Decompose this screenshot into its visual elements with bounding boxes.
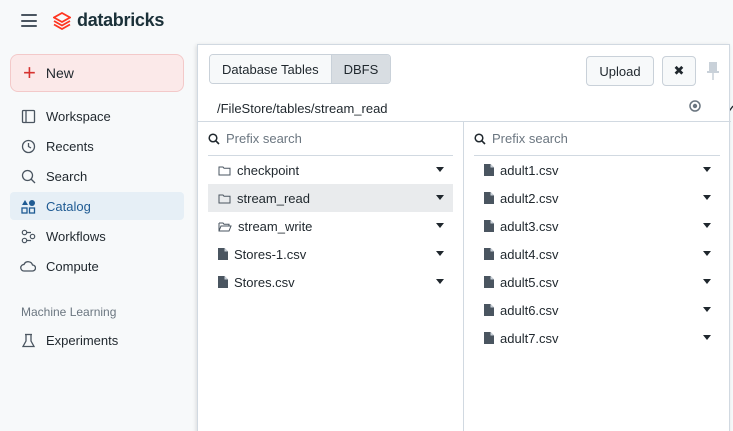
- close-button[interactable]: ✖: [662, 56, 696, 86]
- list-item-label: adult6.csv: [500, 302, 559, 318]
- workspace-icon: [20, 108, 36, 124]
- sidebar-item-workflows[interactable]: Workflows: [10, 222, 184, 250]
- sidebar: + New Workspace Recents Search Catalog W…: [0, 44, 197, 431]
- file-icon: [484, 304, 494, 316]
- list-item-label: adult4.csv: [500, 246, 559, 262]
- list-item-label: adult3.csv: [500, 218, 559, 234]
- sidebar-item-label: Workflows: [46, 228, 106, 244]
- folder-open-icon: [218, 222, 232, 231]
- list-item[interactable]: adult3.csv: [474, 212, 720, 240]
- file-icon: [484, 276, 494, 288]
- flask-icon: [20, 332, 36, 348]
- file-icon: [484, 248, 494, 260]
- sidebar-item-label: Workspace: [46, 108, 111, 124]
- folder-icon: [218, 166, 231, 175]
- file-icon: [484, 164, 494, 176]
- list-item[interactable]: adult4.csv: [474, 240, 720, 268]
- file-icon: [218, 276, 228, 288]
- list-item[interactable]: adult7.csv: [474, 324, 720, 352]
- caret-down-icon[interactable]: [436, 223, 444, 228]
- new-button-label: New: [45, 65, 74, 81]
- file-icon: [484, 220, 494, 232]
- sidebar-item-label: Catalog: [46, 198, 91, 214]
- workflows-icon: [20, 228, 36, 244]
- list-item-label: adult7.csv: [500, 330, 559, 346]
- source-tabs: Database Tables DBFS: [209, 54, 392, 84]
- folder-pane: Prefix search checkpoint stream_read str…: [198, 121, 463, 431]
- list-item-label: adult1.csv: [500, 162, 559, 178]
- folder-icon: [218, 194, 231, 203]
- caret-down-icon[interactable]: [703, 307, 711, 312]
- top-bar: databricks: [0, 0, 733, 44]
- sidebar-item-label: Search: [46, 168, 88, 184]
- pin-icon[interactable]: [706, 61, 720, 81]
- caret-down-icon[interactable]: [703, 335, 711, 340]
- databricks-logo[interactable]: databricks: [53, 10, 164, 31]
- caret-down-icon[interactable]: [436, 167, 444, 172]
- tab-dbfs[interactable]: DBFS: [330, 55, 391, 83]
- databricks-logo-icon: [53, 11, 71, 30]
- sidebar-item-label: Recents: [46, 138, 94, 154]
- search-icon: [208, 132, 220, 145]
- list-item[interactable]: stream_write: [208, 212, 453, 240]
- plus-icon: +: [23, 60, 36, 85]
- sidebar-item-recents[interactable]: Recents: [10, 132, 184, 160]
- clock-icon: [20, 138, 36, 154]
- caret-down-icon[interactable]: [703, 195, 711, 200]
- close-icon: ✖: [673, 63, 685, 78]
- caret-down-icon[interactable]: [703, 223, 711, 228]
- search-placeholder: Prefix search: [226, 131, 302, 146]
- caret-down-icon[interactable]: [436, 251, 444, 256]
- prefix-search-left[interactable]: Prefix search: [208, 122, 453, 156]
- catalog-icon: [20, 198, 36, 214]
- sidebar-item-workspace[interactable]: Workspace: [10, 102, 184, 130]
- caret-down-icon[interactable]: [703, 251, 711, 256]
- search-icon: [474, 132, 486, 145]
- file-list: adult1.csv adult2.csv adult3.csv adult4.…: [474, 156, 720, 352]
- list-item-label: adult2.csv: [500, 190, 559, 206]
- list-item[interactable]: adult6.csv: [474, 296, 720, 324]
- sidebar-item-label: Experiments: [46, 332, 119, 348]
- current-path: /FileStore/tables/stream_read: [217, 101, 388, 116]
- sidebar-item-catalog[interactable]: Catalog: [10, 192, 184, 220]
- search-icon: [20, 168, 36, 184]
- prefix-search-right[interactable]: Prefix search: [474, 122, 720, 156]
- list-item[interactable]: stream_read: [208, 184, 453, 212]
- list-item-label: Stores.csv: [234, 274, 295, 290]
- caret-down-icon[interactable]: [436, 195, 444, 200]
- caret-down-icon[interactable]: [436, 279, 444, 284]
- dbfs-browser-dialog: Database Tables DBFS Upload ✖ /FileStore…: [197, 44, 731, 431]
- list-item[interactable]: checkpoint: [208, 156, 453, 184]
- settings-icon[interactable]: [689, 100, 701, 112]
- upload-button[interactable]: Upload: [586, 56, 654, 86]
- search-placeholder: Prefix search: [492, 131, 568, 146]
- list-item[interactable]: Stores.csv: [208, 268, 453, 296]
- file-pane: Prefix search adult1.csv adult2.csv adul…: [463, 121, 731, 431]
- file-icon: [218, 248, 228, 260]
- file-icon: [484, 332, 494, 344]
- cloud-icon: [20, 258, 36, 274]
- caret-down-icon[interactable]: [703, 279, 711, 284]
- list-item[interactable]: adult1.csv: [474, 156, 720, 184]
- list-item-label: stream_write: [238, 218, 313, 234]
- folder-list: checkpoint stream_read stream_write Stor…: [208, 156, 453, 296]
- list-item-label: checkpoint: [237, 162, 300, 178]
- caret-down-icon[interactable]: [703, 167, 711, 172]
- sidebar-item-label: Compute: [46, 258, 99, 274]
- tab-database-tables[interactable]: Database Tables: [210, 55, 331, 83]
- sidebar-item-compute[interactable]: Compute: [10, 252, 184, 280]
- list-item[interactable]: Stores-1.csv: [208, 240, 453, 268]
- list-item-label: Stores-1.csv: [234, 246, 307, 262]
- list-item[interactable]: adult5.csv: [474, 268, 720, 296]
- section-label-machine-learning: Machine Learning: [21, 305, 117, 319]
- sidebar-item-experiments[interactable]: Experiments: [10, 326, 184, 354]
- list-item-label: stream_read: [237, 190, 310, 206]
- file-icon: [484, 192, 494, 204]
- hamburger-menu-icon[interactable]: [21, 14, 37, 27]
- brand-name: databricks: [77, 10, 165, 30]
- list-item-label: adult5.csv: [500, 274, 559, 290]
- new-button[interactable]: + New: [10, 54, 184, 92]
- sidebar-item-search[interactable]: Search: [10, 162, 184, 190]
- list-item[interactable]: adult2.csv: [474, 184, 720, 212]
